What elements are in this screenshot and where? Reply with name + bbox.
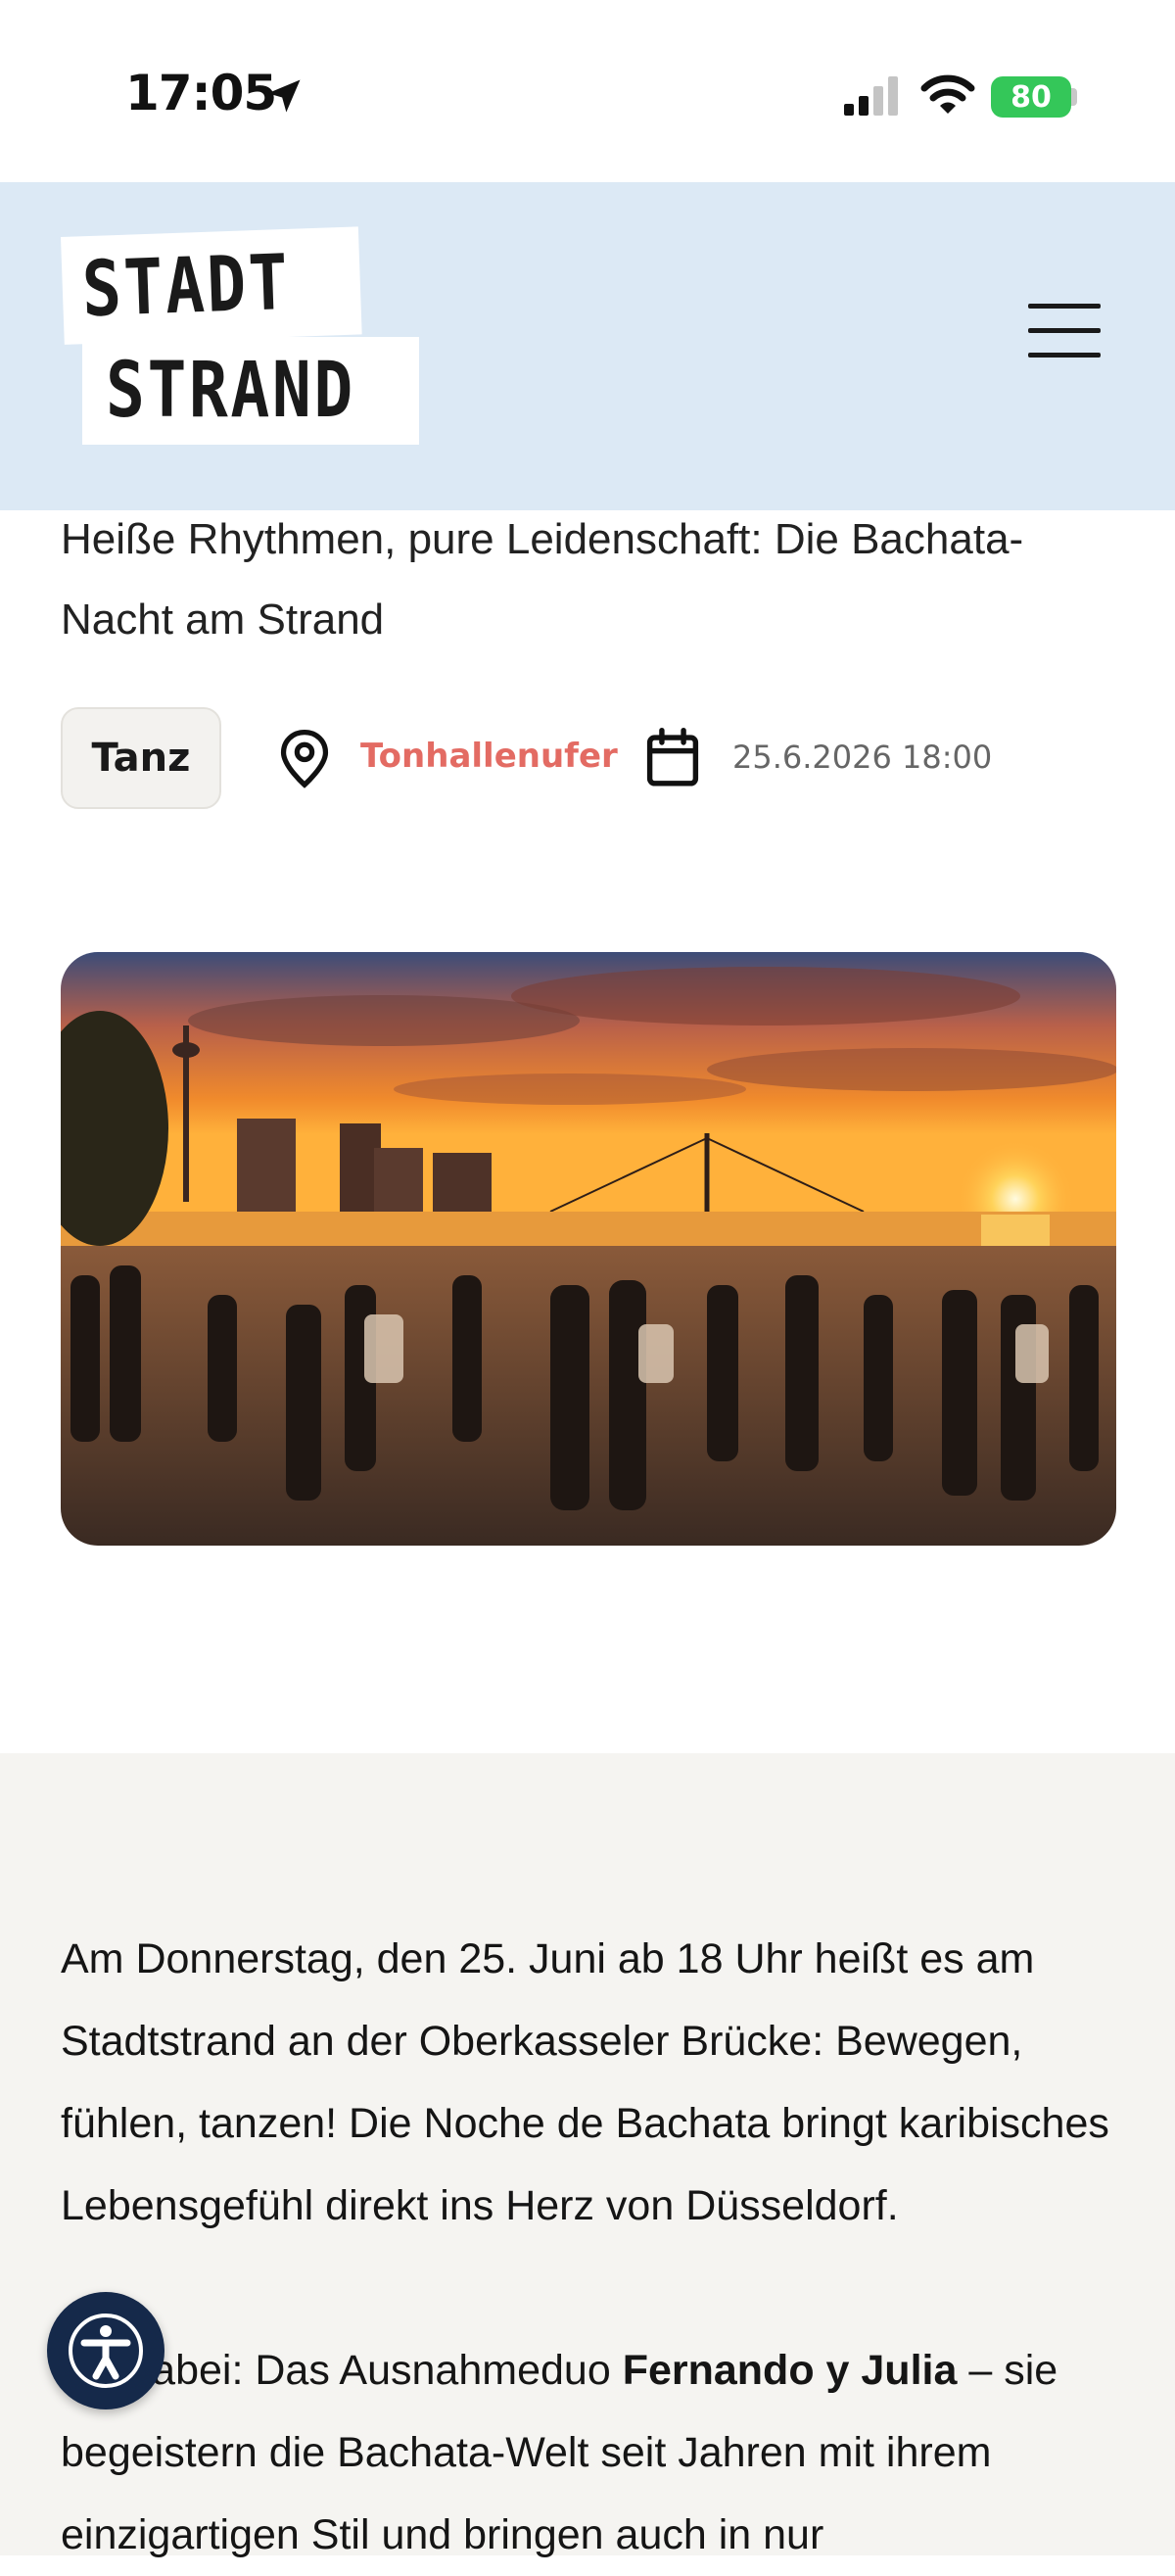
- logo-text-stadt: STADT: [80, 238, 292, 335]
- category-tag[interactable]: Tanz: [61, 707, 221, 809]
- signal-icon: [844, 76, 898, 116]
- site-logo[interactable]: STADT STRAND: [61, 226, 419, 448]
- accessibility-icon[interactable]: [47, 2292, 164, 2409]
- status-time: 17:05: [125, 65, 277, 121]
- event-location-link[interactable]: Tonhallenufer: [360, 737, 618, 776]
- calendar-icon: [646, 727, 699, 787]
- artist-name: Fernando y Julia: [622, 2347, 958, 2394]
- battery-icon: 80: [991, 76, 1071, 118]
- event-date: 25.6.2026 18:00: [732, 739, 993, 776]
- article-paragraph-2: Mit dabei: Das Ausnahmeduo Fernando y Ju…: [61, 2329, 1118, 2576]
- status-bar: 17:05 80: [0, 0, 1175, 182]
- battery-level: 80: [1010, 79, 1052, 115]
- location-arrow-icon: [267, 79, 301, 113]
- battery-nub: [1071, 88, 1077, 106]
- logo-line-1: STADT: [61, 226, 362, 345]
- site-header: STADT STRAND: [0, 182, 1175, 510]
- hamburger-menu-icon[interactable]: [1028, 304, 1106, 372]
- article-title: Heiße Rhythmen, pure Leidenschaft: Die B…: [61, 515, 1024, 644]
- map-pin-icon: [280, 729, 329, 788]
- event-hero-image: [61, 952, 1116, 1546]
- wifi-icon: [920, 74, 975, 114]
- article-paragraph-1: Am Donnerstag, den 25. Juni ab 18 Uhr he…: [61, 1935, 1109, 2229]
- logo-line-2: STRAND: [82, 337, 419, 445]
- logo-text-strand: STRAND: [106, 347, 355, 435]
- category-tag-label: Tanz: [91, 736, 191, 781]
- article-body: Am Donnerstag, den 25. Juni ab 18 Uhr he…: [0, 1753, 1175, 2558]
